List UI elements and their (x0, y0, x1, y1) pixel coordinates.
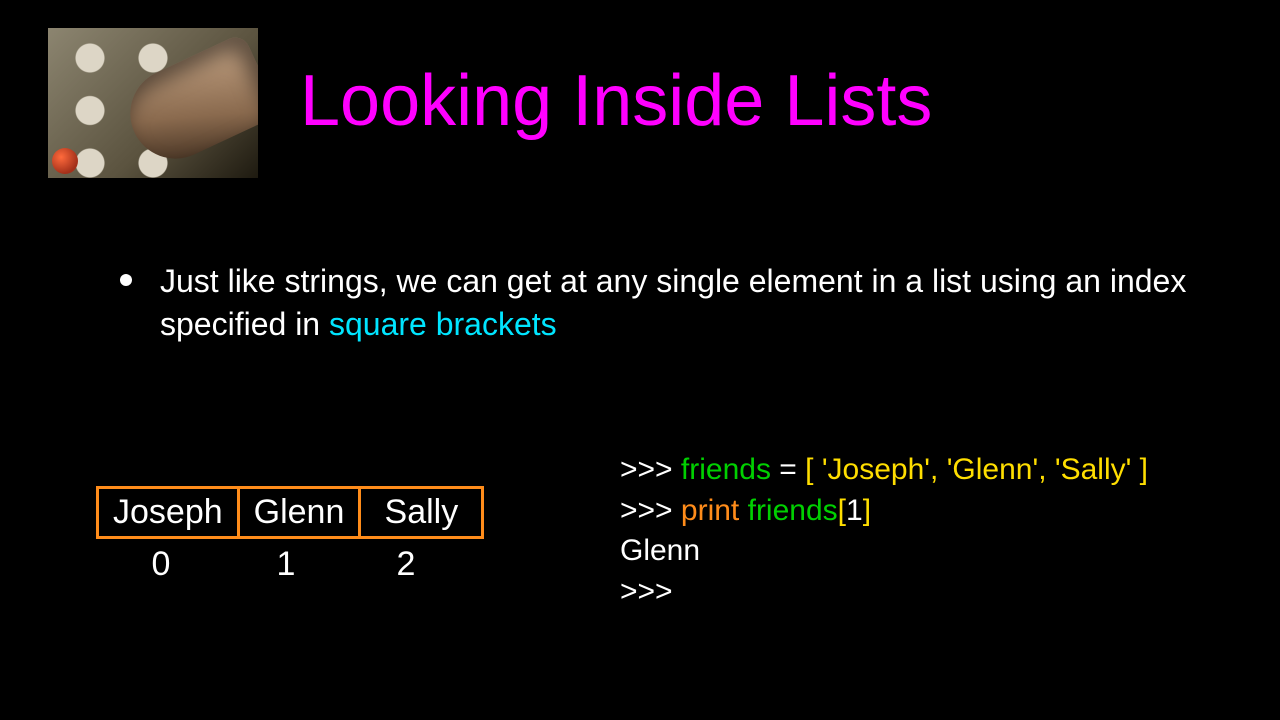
array-cell: Sally (361, 489, 481, 536)
array-cell: Glenn (240, 489, 362, 536)
array-index: 0 (96, 545, 226, 584)
code-list-literal: [ 'Joseph', 'Glenn', 'Sally' ] (805, 453, 1148, 486)
code-keyword-print: print (681, 494, 739, 527)
array-index: 2 (346, 545, 466, 584)
slide-title: Looking Inside Lists (300, 60, 932, 142)
code-variable: friends (748, 494, 838, 527)
array-index: 1 (226, 545, 346, 584)
code-block: >>> friends = [ 'Joseph', 'Glenn', 'Sall… (620, 450, 1148, 612)
code-space (739, 494, 747, 527)
code-variable: friends (681, 453, 771, 486)
bullet-item: Just like strings, we can get at any sin… (120, 260, 1220, 346)
array-cell: Joseph (99, 489, 240, 536)
code-output: Glenn (620, 534, 700, 567)
code-prompt: >>> (620, 453, 681, 486)
code-line: Glenn (620, 531, 1148, 572)
thumbnail-image (48, 28, 258, 178)
bullet-text-part1: Just like strings, we can get at any sin… (160, 263, 1186, 342)
code-bracket: [ (838, 494, 846, 527)
bullet-text-highlight: square brackets (329, 306, 557, 342)
slide: Looking Inside Lists Just like strings, … (0, 0, 1280, 720)
code-index: 1 (846, 494, 863, 527)
array-diagram: Joseph Glenn Sally 0 1 2 (96, 486, 484, 584)
code-prompt: >>> (620, 494, 681, 527)
array-indices: 0 1 2 (96, 545, 484, 584)
code-line: >>> friends = [ 'Joseph', 'Glenn', 'Sall… (620, 450, 1148, 491)
code-equals: = (771, 453, 805, 486)
code-bracket: ] (863, 494, 871, 527)
code-prompt: >>> (620, 575, 673, 608)
code-line: >>> print friends[1] (620, 491, 1148, 532)
code-line: >>> (620, 572, 1148, 613)
bullet-text: Just like strings, we can get at any sin… (160, 260, 1220, 346)
bullet-dot-icon (120, 274, 132, 286)
array-cells: Joseph Glenn Sally (96, 486, 484, 539)
